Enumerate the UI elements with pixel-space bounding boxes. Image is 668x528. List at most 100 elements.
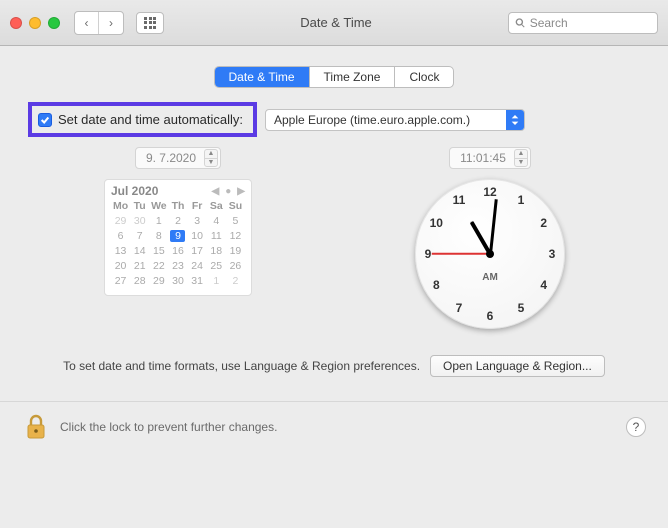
calendar-day[interactable]: 5 [226, 215, 245, 227]
calendar-day[interactable]: 26 [226, 260, 245, 272]
show-all-prefs-button[interactable] [136, 12, 164, 34]
clock-ampm: AM [482, 272, 498, 283]
calendar-day[interactable]: 18 [207, 245, 226, 257]
second-hand [432, 253, 490, 255]
date-field[interactable]: 9. 7.2020 ▲▼ [135, 147, 221, 169]
clock-number: 9 [425, 247, 432, 261]
formats-hint: To set date and time formats, use Langua… [63, 359, 420, 373]
calendar-prev-icon[interactable]: ◀ [212, 186, 220, 197]
clock-number: 6 [487, 309, 494, 323]
calendar-day[interactable]: 20 [111, 260, 130, 272]
chevron-up-down-icon [506, 110, 524, 130]
calendar-day[interactable]: 17 [188, 245, 207, 257]
tab-time-zone[interactable]: Time Zone [310, 67, 396, 87]
calendar-day[interactable]: 24 [188, 260, 207, 272]
calendar-day[interactable]: 4 [207, 215, 226, 227]
traffic-lights [10, 17, 60, 29]
clock-number: 3 [549, 247, 556, 261]
nav-back-forward: ‹ › [74, 11, 124, 35]
calendar-dow: Tu [130, 200, 149, 212]
calendar-day[interactable]: 28 [130, 275, 149, 287]
clock-number: 8 [433, 278, 440, 292]
close-window-button[interactable] [10, 17, 22, 29]
calendar-day[interactable]: 1 [149, 215, 168, 227]
calendar-day[interactable]: 9 [168, 230, 187, 242]
window-title: Date & Time [170, 15, 502, 30]
auto-datetime-label: Set date and time automatically: [58, 112, 243, 127]
time-server-value: Apple Europe (time.euro.apple.com.) [274, 113, 470, 127]
search-input[interactable] [530, 16, 651, 30]
calendar-day[interactable]: 2 [168, 215, 187, 227]
calendar-day[interactable]: 29 [149, 275, 168, 287]
calendar-next-icon[interactable]: ▶ [237, 186, 245, 197]
calendar-day[interactable]: 11 [207, 230, 226, 242]
calendar-day-other-month[interactable]: 1 [207, 275, 226, 287]
clock-number: 11 [453, 193, 466, 207]
calendar-dow: Th [168, 200, 187, 212]
calendar-day[interactable]: 14 [130, 245, 149, 257]
date-stepper[interactable]: ▲▼ [204, 149, 218, 167]
help-button[interactable]: ? [626, 417, 646, 437]
calendar-nav: ◀ ● ▶ [212, 186, 245, 197]
back-button[interactable]: ‹ [75, 12, 99, 34]
calendar-dow: Sa [207, 200, 226, 212]
search-icon [515, 17, 526, 29]
calendar-day[interactable]: 8 [149, 230, 168, 242]
calendar-day[interactable]: 25 [207, 260, 226, 272]
check-icon [40, 115, 50, 125]
time-server-dropdown[interactable]: Apple Europe (time.euro.apple.com.) [265, 109, 525, 131]
search-field[interactable] [508, 12, 658, 34]
calendar-day[interactable]: 7 [130, 230, 149, 242]
calendar-day[interactable]: 13 [111, 245, 130, 257]
calendar-day[interactable]: 30 [168, 275, 187, 287]
clock-number: 12 [483, 185, 496, 199]
calendar-day-other-month[interactable]: 29 [111, 215, 130, 227]
clock-number: 2 [540, 216, 547, 230]
tab-bar: Date & Time Time Zone Clock [22, 66, 646, 88]
time-field[interactable]: 11:01:45 ▲▼ [449, 147, 531, 169]
calendar-day[interactable]: 3 [188, 215, 207, 227]
calendar-day[interactable]: 22 [149, 260, 168, 272]
calendar-dow: Fr [188, 200, 207, 212]
calendar-day[interactable]: 12 [226, 230, 245, 242]
zoom-window-button[interactable] [48, 17, 60, 29]
calendar-day[interactable]: 23 [168, 260, 187, 272]
calendar-day[interactable]: 31 [188, 275, 207, 287]
auto-datetime-checkbox[interactable] [38, 113, 52, 127]
clock-center-pin [486, 250, 494, 258]
calendar-day[interactable]: 6 [111, 230, 130, 242]
minute-hand [489, 199, 498, 254]
calendar-day[interactable]: 10 [188, 230, 207, 242]
minimize-window-button[interactable] [29, 17, 41, 29]
clock-number: 4 [540, 278, 547, 292]
lock-text: Click the lock to prevent further change… [60, 420, 277, 434]
clock-number: 10 [430, 216, 443, 230]
lock-icon [24, 414, 48, 440]
calendar-day-other-month[interactable]: 30 [130, 215, 149, 227]
forward-button[interactable]: › [99, 12, 123, 34]
calendar-title: Jul 2020 [111, 184, 158, 198]
calendar-dow: Mo [111, 200, 130, 212]
calendar-day[interactable]: 16 [168, 245, 187, 257]
calendar-dow: We [149, 200, 168, 212]
calendar-today-icon[interactable]: ● [225, 186, 231, 197]
tab-clock[interactable]: Clock [395, 67, 453, 87]
calendar-dow: Su [226, 200, 245, 212]
time-stepper[interactable]: ▲▼ [514, 149, 528, 167]
clock-number: 5 [518, 301, 525, 315]
titlebar: ‹ › Date & Time [0, 0, 668, 46]
open-language-region-button[interactable]: Open Language & Region... [430, 355, 605, 377]
calendar-day[interactable]: 21 [130, 260, 149, 272]
calendar-day-other-month[interactable]: 2 [226, 275, 245, 287]
analog-clock: 121234567891011 AM [415, 179, 565, 329]
auto-datetime-highlight: Set date and time automatically: [28, 102, 257, 137]
calendar-day[interactable]: 15 [149, 245, 168, 257]
calendar[interactable]: Jul 2020 ◀ ● ▶ MoTuWeThFrSaSu29301234567… [104, 179, 252, 296]
grid-icon [144, 17, 156, 29]
calendar-day[interactable]: 27 [111, 275, 130, 287]
tab-date-and-time[interactable]: Date & Time [215, 67, 310, 87]
calendar-day[interactable]: 19 [226, 245, 245, 257]
clock-number: 7 [456, 301, 463, 315]
clock-number: 1 [518, 193, 525, 207]
lock-button[interactable] [22, 412, 50, 442]
